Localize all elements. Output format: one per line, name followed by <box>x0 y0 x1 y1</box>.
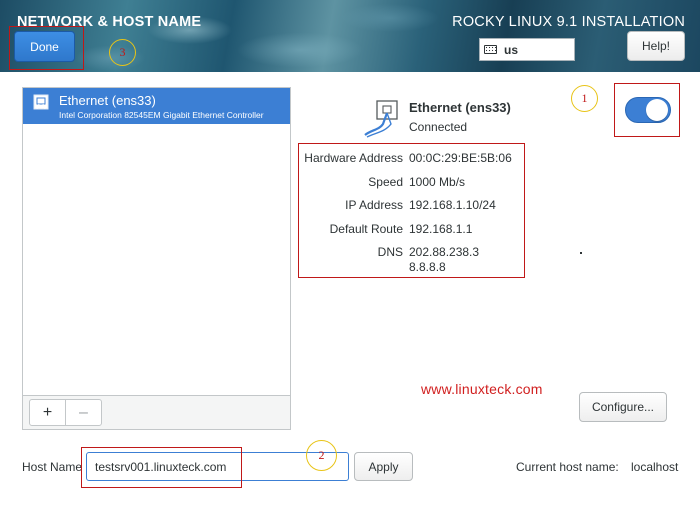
ethernet-icon <box>364 100 398 138</box>
device-detail-name: Ethernet (ens33) <box>409 100 511 115</box>
keyboard-layout-label: us <box>504 42 519 57</box>
apply-button[interactable]: Apply <box>354 452 413 481</box>
annotation-marker-2: 2 <box>306 440 337 471</box>
annotation-box-details <box>298 143 525 278</box>
device-connection-status: Connected <box>409 120 468 134</box>
keyboard-icon <box>484 45 497 54</box>
annotation-marker-1: 1 <box>571 85 598 112</box>
help-button[interactable]: Help! <box>627 31 685 61</box>
device-description: Intel Corporation 82545EM Gigabit Ethern… <box>59 110 264 120</box>
keyboard-layout-indicator[interactable]: us <box>479 38 575 61</box>
remove-device-button[interactable]: – <box>65 399 102 426</box>
annotation-box-done <box>9 26 84 70</box>
annotation-box-toggle <box>614 83 680 137</box>
header-bar: NETWORK & HOST NAME ROCKY LINUX 9.1 INST… <box>0 0 700 72</box>
device-list-item-ens33[interactable]: Ethernet (ens33) Intel Corporation 82545… <box>23 88 290 124</box>
annotation-marker-3: 3 <box>109 39 136 66</box>
configure-button[interactable]: Configure... <box>579 392 667 422</box>
ethernet-small-icon <box>33 94 49 110</box>
watermark-text: www.linuxteck.com <box>421 381 543 397</box>
stray-dot <box>580 252 582 254</box>
device-list-toolbar: + – <box>23 395 290 429</box>
annotation-box-hostname <box>81 447 242 488</box>
add-device-button[interactable]: + <box>29 399 66 426</box>
host-name-label: Host Name <box>22 460 83 474</box>
device-name: Ethernet (ens33) <box>59 93 156 108</box>
installation-title: ROCKY LINUX 9.1 INSTALLATION <box>452 14 685 30</box>
current-host-name-value: localhost <box>631 460 679 474</box>
current-host-name-label: Current host name: <box>516 460 619 474</box>
network-device-list: Ethernet (ens33) Intel Corporation 82545… <box>22 87 291 430</box>
